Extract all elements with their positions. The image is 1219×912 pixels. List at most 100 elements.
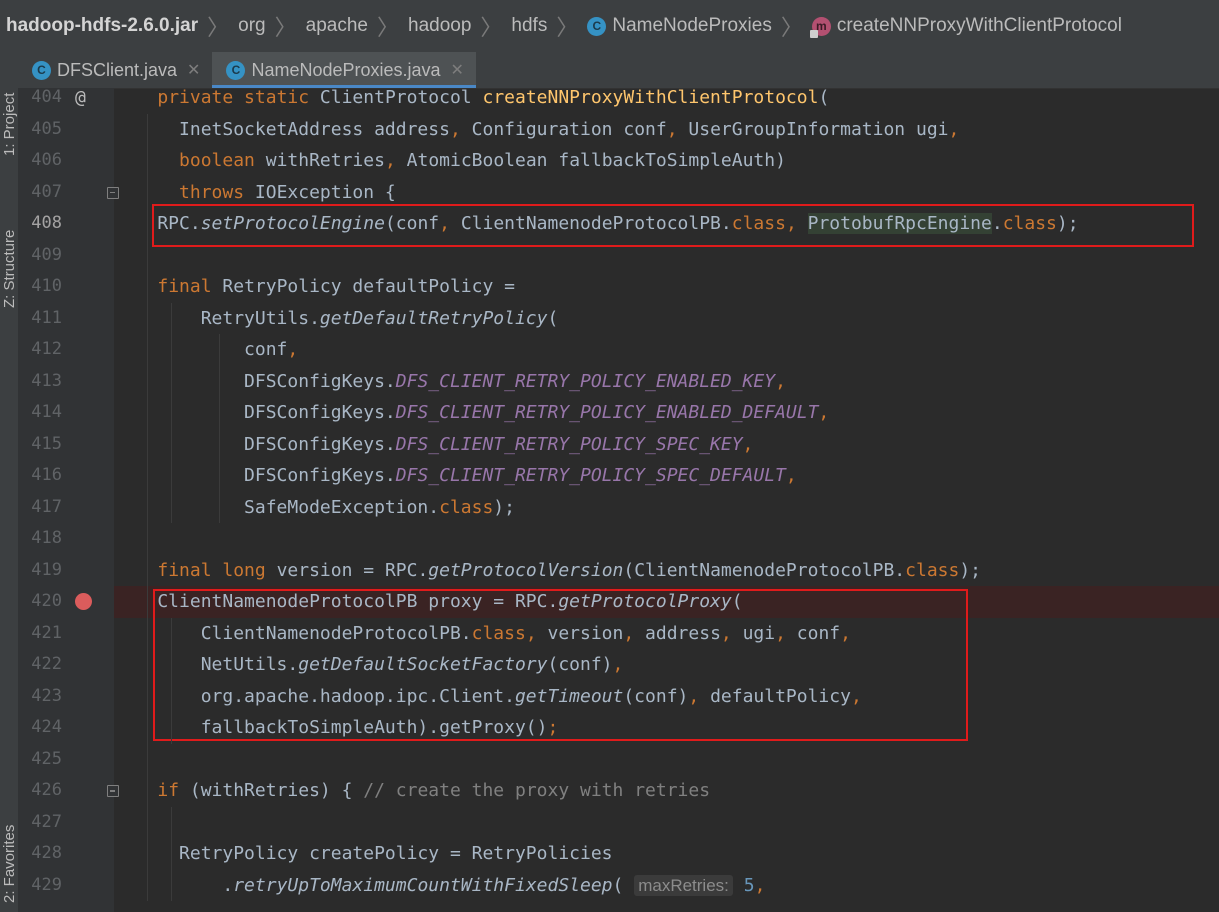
- breadcrumb-class-label: NameNodeProxies: [612, 15, 772, 36]
- code-line[interactable]: [114, 807, 1219, 839]
- code-token: 5: [743, 874, 755, 896]
- code-line[interactable]: [114, 523, 1219, 555]
- code-token: retryUpToMaximumCountWithFixedSleep: [233, 874, 613, 896]
- code-line[interactable]: final long version = RPC.getProtocolVers…: [114, 555, 1219, 587]
- code-line[interactable]: SafeModeException.class);: [114, 492, 1219, 524]
- code-token: final: [157, 276, 223, 297]
- indent-guide: [171, 302, 172, 523]
- code-token: DFS_CLIENT_RETRY_POLICY_SPEC_KEY: [395, 433, 743, 455]
- code-line[interactable]: InetSocketAddress address, Configuration…: [114, 114, 1219, 146]
- line-number: 426: [31, 780, 62, 800]
- line-number: 422: [31, 654, 62, 674]
- breadcrumb: hadoop-hdfs-2.6.0.jar 〉 org 〉 apache 〉 h…: [0, 0, 1219, 52]
- chevron-right-icon: 〉: [780, 15, 803, 40]
- line-number: 425: [31, 748, 62, 769]
- code-token: final long: [157, 559, 277, 581]
- breadcrumb-method[interactable]: m createNNProxyWithClientProtocol: [809, 15, 1122, 38]
- code-token: private static: [157, 88, 320, 108]
- code-token: .: [114, 874, 234, 896]
- tab-label: NameNodeProxies.java: [251, 59, 441, 80]
- code-line[interactable]: conf,: [114, 334, 1219, 366]
- editor-gutter[interactable]: 404 405 406 407 408 409 410 411 412 413 414 415 416 4…: [18, 87, 119, 912]
- breadcrumb-hadoop[interactable]: hadoop: [408, 15, 471, 37]
- code-token: ,: [754, 874, 766, 896]
- code-token: // create the proxy with retries: [363, 780, 711, 801]
- code-token: DFSConfigKeys.: [114, 370, 396, 392]
- code-token: InetSocketAddress address: [114, 118, 450, 140]
- code-line[interactable]: private static ClientProtocol createNNPr…: [114, 88, 1219, 114]
- close-icon[interactable]: ✕: [451, 60, 464, 80]
- code-token: ,: [666, 118, 689, 140]
- code-token: ,: [785, 465, 797, 486]
- code-token: (: [612, 874, 635, 896]
- line-number: 429: [31, 874, 62, 895]
- code-line[interactable]: boolean withRetries, AtomicBoolean fallb…: [114, 145, 1219, 177]
- code-line[interactable]: [114, 744, 1219, 776]
- breadcrumb-apache[interactable]: apache: [306, 15, 368, 37]
- indent-guide: [171, 617, 172, 744]
- favorites-panel-tab[interactable]: 2: Favorites: [0, 788, 18, 903]
- class-icon: C: [32, 60, 51, 80]
- code-token: ,: [948, 118, 960, 140]
- code-token: RetryPolicy defaultPolicy =: [222, 276, 515, 297]
- code-token: Configuration conf: [471, 118, 667, 140]
- code-line[interactable]: DFSConfigKeys.DFS_CLIENT_RETRY_POLICY_SP…: [114, 460, 1219, 492]
- code-token: (withRetries) {: [189, 780, 364, 801]
- close-icon[interactable]: ✕: [187, 60, 200, 80]
- highlight-box: [153, 589, 968, 741]
- chevron-right-icon: 〉: [480, 15, 503, 40]
- code-line[interactable]: final RetryPolicy defaultPolicy =: [114, 271, 1219, 303]
- project-panel-label: 1: Project: [0, 92, 18, 156]
- line-number: 411: [31, 307, 62, 328]
- code-token: ,: [818, 402, 830, 423]
- editor-tab-bar: C DFSClient.java ✕ C NameNodeProxies.jav…: [18, 52, 1219, 89]
- line-number: 415: [31, 433, 62, 454]
- line-number: 406: [31, 150, 62, 170]
- line-number: 404: [31, 87, 62, 107]
- line-number: 408: [31, 213, 62, 233]
- breadcrumb-class[interactable]: C NameNodeProxies: [587, 15, 772, 37]
- code-token: (ClientNamenodeProtocolPB.: [623, 559, 906, 581]
- breakpoint-icon[interactable]: [75, 593, 92, 610]
- tool-window-strip: 1: Project Z: Structure 2: Favorites: [0, 52, 18, 912]
- code-line[interactable]: RetryUtils.getDefaultRetryPolicy(: [114, 303, 1219, 335]
- code-token: if: [157, 780, 190, 801]
- code-token: DFSConfigKeys.: [114, 465, 396, 486]
- code-line[interactable]: DFSConfigKeys.DFS_CLIENT_RETRY_POLICY_SP…: [114, 429, 1219, 461]
- code-line[interactable]: if (withRetries) { // create the proxy w…: [114, 775, 1219, 807]
- code-token: ,: [775, 370, 786, 392]
- code-token: );: [959, 559, 982, 581]
- breadcrumb-hdfs[interactable]: hdfs: [511, 15, 547, 37]
- tab-namenodeproxies[interactable]: C NameNodeProxies.java ✕: [212, 52, 476, 88]
- code-token: withRetries: [265, 150, 385, 171]
- code-token: ,: [287, 339, 299, 360]
- code-token: DFS_CLIENT_RETRY_POLICY_ENABLED_DEFAULT: [395, 402, 819, 423]
- code-token: class: [439, 496, 494, 518]
- code-line[interactable]: DFSConfigKeys.DFS_CLIENT_RETRY_POLICY_EN…: [114, 397, 1219, 429]
- highlight-box: [152, 204, 1194, 247]
- code-token: DFS_CLIENT_RETRY_POLICY_SPEC_DEFAULT: [395, 465, 786, 486]
- override-marker-icon[interactable]: @: [75, 82, 86, 114]
- code-token: SafeModeException.: [114, 496, 440, 518]
- line-number: 428: [31, 843, 62, 863]
- code-line[interactable]: DFSConfigKeys.DFS_CLIENT_RETRY_POLICY_EN…: [114, 366, 1219, 398]
- code-token: UserGroupInformation ugi: [688, 118, 949, 140]
- breadcrumb-org[interactable]: org: [238, 15, 265, 37]
- chevron-right-icon: 〉: [556, 15, 579, 40]
- code-editor[interactable]: .retryUpToMaximumCountWithFixedSleep( ma…: [114, 88, 1219, 912]
- code-line[interactable]: .retryUpToMaximumCountWithFixedSleep( ma…: [114, 870, 1219, 902]
- line-number: 414: [31, 402, 62, 422]
- breadcrumb-jar[interactable]: hadoop-hdfs-2.6.0.jar: [0, 15, 198, 37]
- line-number: 410: [31, 276, 62, 296]
- structure-panel-tab[interactable]: Z: Structure: [0, 188, 18, 308]
- code-token: getDefaultRetryPolicy: [319, 307, 548, 329]
- code-token: RetryPolicy createPolicy = RetryPolicies: [114, 843, 613, 864]
- project-panel-tab[interactable]: 1: Project: [0, 58, 18, 156]
- code-token: createNNProxyWithClientProtocol: [482, 88, 819, 108]
- line-number: 424: [31, 717, 62, 737]
- code-line[interactable]: RetryPolicy createPolicy = RetryPolicies: [114, 838, 1219, 870]
